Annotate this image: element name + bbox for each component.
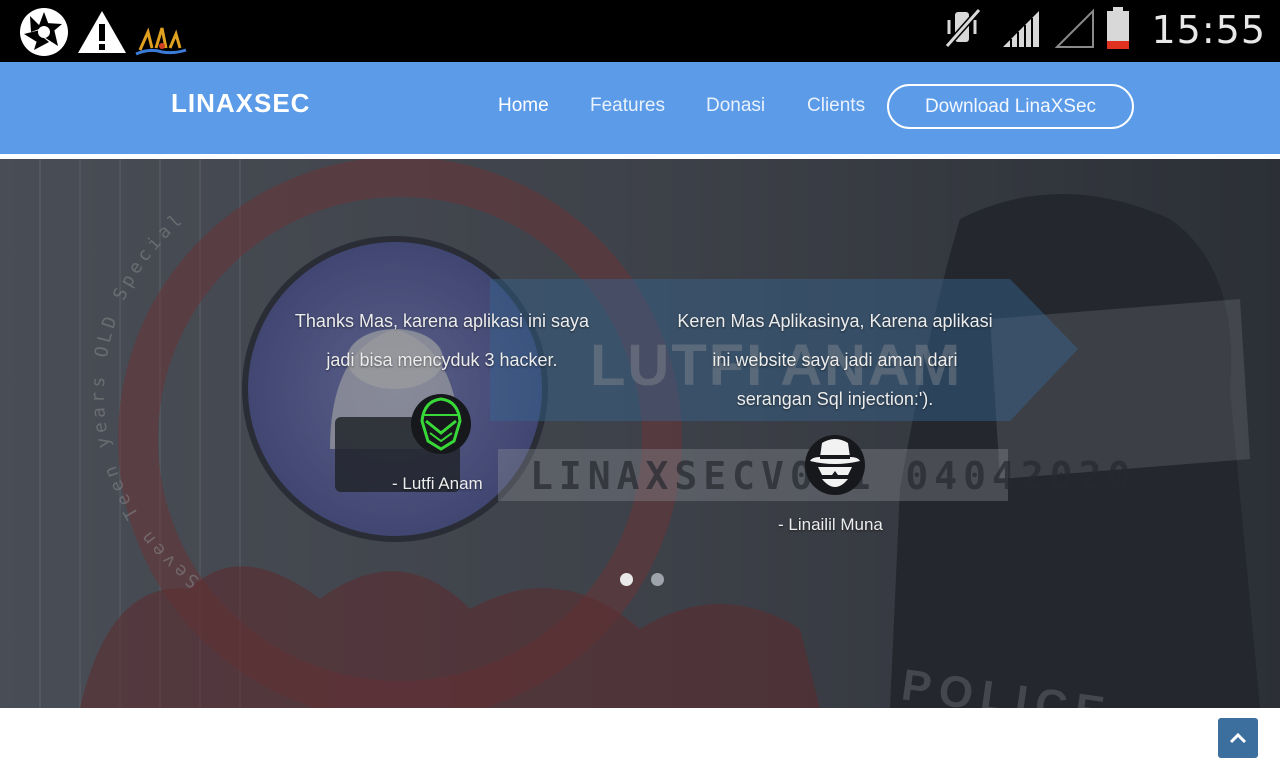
warning-icon xyxy=(76,8,128,60)
testimonial-1-line-2: jadi bisa mencyduk 3 hacker. xyxy=(326,350,558,370)
carousel-dot-2[interactable] xyxy=(651,573,664,586)
carousel-dot-1[interactable] xyxy=(620,573,633,586)
status-bar-system: 15:55 xyxy=(943,6,1266,54)
white-spy-hat-icon xyxy=(804,433,866,501)
download-button[interactable]: Download LinaXSec xyxy=(887,84,1134,129)
vibrate-off-icon xyxy=(943,6,983,54)
testimonial-1-line-1: Thanks Mas, karena aplikasi ini saya xyxy=(294,311,590,331)
testimonial-2-line-1: Keren Mas Aplikasinya, Karena aplikasi xyxy=(677,311,993,331)
testimonial-2-line-3: serangan Sql injection:'). xyxy=(736,389,934,409)
scroll-to-top-button[interactable] xyxy=(1218,718,1258,758)
green-hacker-mask-icon xyxy=(410,393,472,459)
testimonial-2-line-2: ini website saya jadi aman dari xyxy=(712,350,958,370)
brand-logo[interactable]: LINAXSEC xyxy=(171,88,310,119)
aperture-icon xyxy=(16,4,72,64)
no-signal-icon xyxy=(1055,7,1095,53)
testimonial-quote-1: Thanks Mas, karena aplikasi ini saya jad… xyxy=(262,302,622,380)
status-bar-notifications xyxy=(16,4,190,64)
testimonial-1-author: - Lutfi Anam xyxy=(392,474,483,493)
cell-signal-icon xyxy=(1001,7,1041,53)
nav-link-donasi[interactable]: Donasi xyxy=(706,95,765,117)
chevron-up-icon xyxy=(1228,731,1248,745)
testimonial-2-author: - Linailil Muna xyxy=(778,515,883,534)
nav-link-clients[interactable]: Clients xyxy=(807,95,865,117)
hero-overlay xyxy=(0,159,1280,708)
nav-link-features[interactable]: Features xyxy=(590,95,665,117)
testimonial-quote-2: Keren Mas Aplikasinya, Karena aplikasi i… xyxy=(640,302,1030,419)
hero-section: Seven Teen years OLD Special LUTFI ANAM … xyxy=(0,159,1280,708)
battery-low-icon xyxy=(1105,6,1131,54)
status-bar-clock: 15:55 xyxy=(1151,8,1266,52)
app-notification-icon xyxy=(130,24,190,62)
nav-link-home[interactable]: Home xyxy=(498,95,549,117)
status-bar: 15:55 xyxy=(0,0,1280,62)
